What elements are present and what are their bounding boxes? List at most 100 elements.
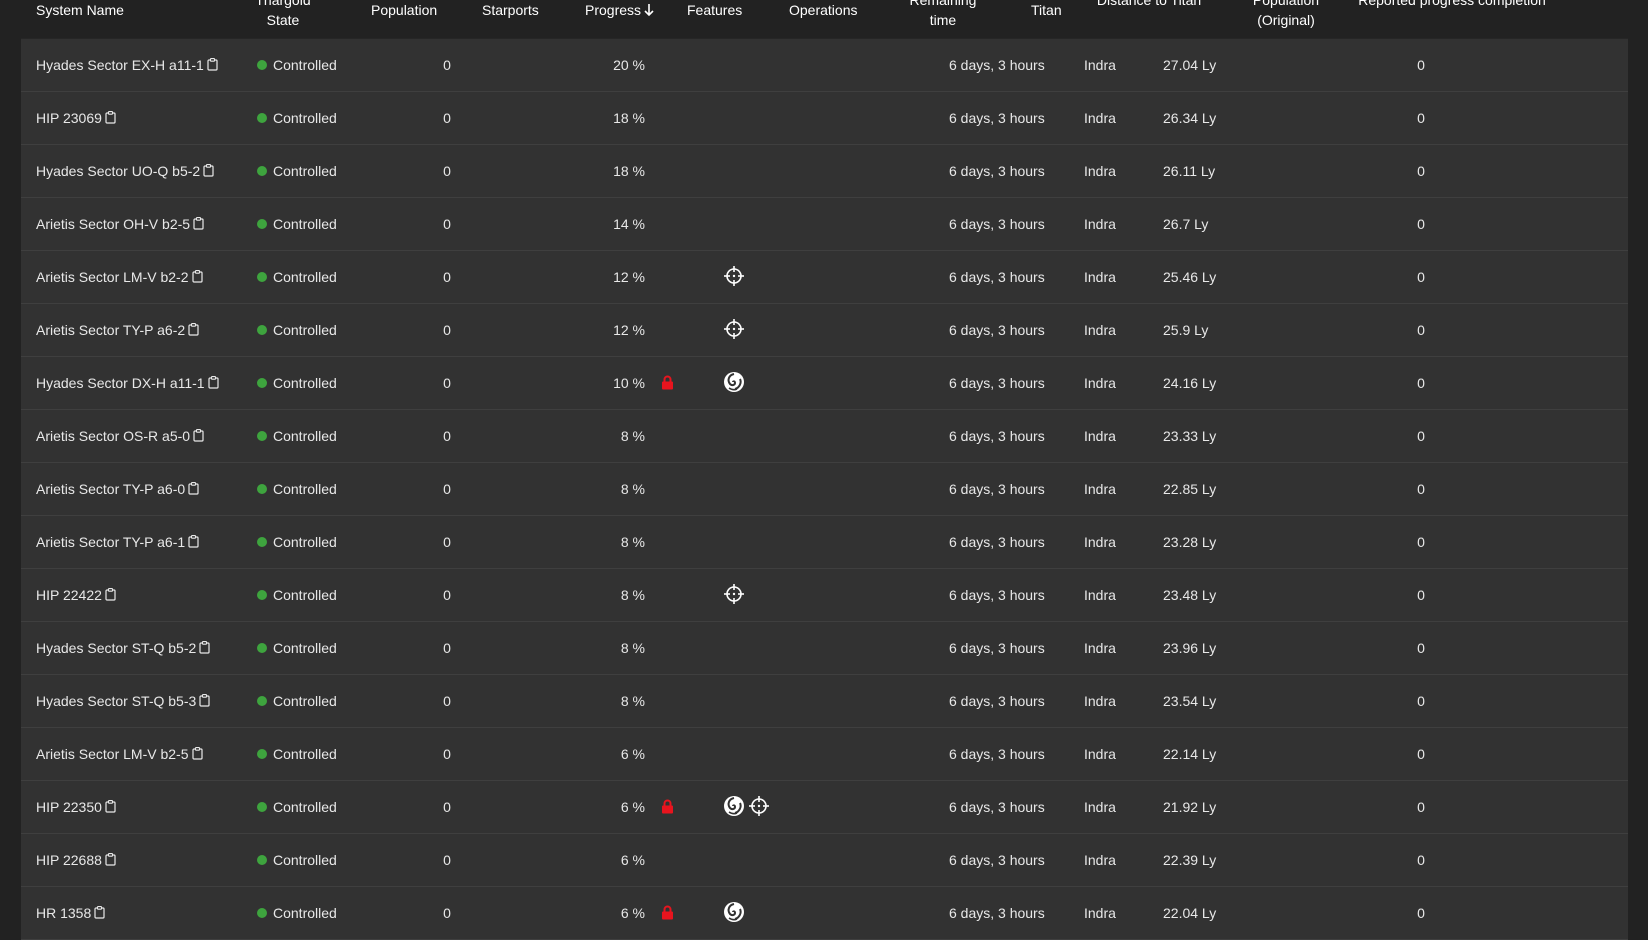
thargoid-state-cell: Controlled xyxy=(257,834,337,886)
col-header-titan[interactable]: Titan xyxy=(1031,0,1062,20)
clipboard-icon[interactable] xyxy=(203,146,214,198)
col-header-progress[interactable]: Progress xyxy=(585,0,654,22)
distance-cell: 24.16 Ly xyxy=(1163,375,1217,391)
crosshair-icon[interactable] xyxy=(723,583,745,605)
thargoid-state-cell: Controlled xyxy=(257,198,337,250)
swirl-icon[interactable] xyxy=(723,901,745,923)
status-dot-icon xyxy=(257,696,267,706)
crosshair-icon[interactable] xyxy=(723,318,745,340)
clipboard-icon[interactable] xyxy=(207,358,219,410)
clipboard-icon[interactable] xyxy=(191,252,203,304)
swirl-icon[interactable] xyxy=(723,795,745,817)
col-label: Population (Original) xyxy=(1252,0,1320,28)
table-row[interactable]: Hyades Sector UO-Q b5-2 Controlled 0 18 % 6 … xyxy=(21,145,1628,198)
table-row[interactable]: Arietis Sector TY-P a6-1 Controlled 0 8 % 6 … xyxy=(21,516,1628,569)
clipboard-icon[interactable] xyxy=(105,93,116,145)
clipboard-icon[interactable] xyxy=(207,40,218,92)
population-cell: 0 xyxy=(443,322,451,338)
table-row[interactable]: Hyades Sector DX-H a11-1 Controlled 0 10 % 6… xyxy=(21,357,1628,410)
table-row[interactable]: HIP 22422 Controlled 0 8 % 6 days, 3 hours In… xyxy=(21,569,1628,622)
system-name-link[interactable]: HIP 22688 xyxy=(36,852,102,868)
clipboard-icon[interactable] xyxy=(193,411,204,463)
progress-cell: 6 % xyxy=(620,852,645,868)
clipboard-icon[interactable] xyxy=(105,782,116,834)
system-name-link[interactable]: Hyades Sector ST-Q b5-2 xyxy=(36,640,196,656)
crosshair-icon[interactable] xyxy=(723,265,745,287)
clipboard-icon[interactable] xyxy=(105,835,116,887)
table-row[interactable]: Arietis Sector OS-R a5-0 Controlled 0 8 % 6 … xyxy=(21,410,1628,463)
progress-cell: 10 % xyxy=(613,375,645,391)
progress-cell: 8 % xyxy=(620,587,645,603)
system-name-link[interactable]: HIP 23069 xyxy=(36,110,102,126)
distance-cell: 23.96 Ly xyxy=(1163,640,1217,656)
table-row[interactable]: Hyades Sector ST-Q b5-3 Controlled 0 8 % 6 d… xyxy=(21,675,1628,728)
system-name-cell: Hyades Sector ST-Q b5-2 xyxy=(36,622,210,675)
thargoid-state-label: Controlled xyxy=(273,216,337,232)
titan-cell: Indra xyxy=(1084,269,1116,285)
table-row[interactable]: Hyades Sector EX-H a11-1 Controlled 0 20 % 6… xyxy=(21,38,1628,92)
features-cell xyxy=(723,583,748,605)
system-name-link[interactable]: Hyades Sector UO-Q b5-2 xyxy=(36,163,200,179)
col-header-population[interactable]: Population xyxy=(371,0,437,20)
system-name-link[interactable]: Arietis Sector TY-P a6-0 xyxy=(36,481,185,497)
clipboard-icon[interactable] xyxy=(199,623,210,675)
system-name-link[interactable]: Arietis Sector LM-V b2-5 xyxy=(36,746,189,762)
progress-cell: 6 % xyxy=(620,746,645,762)
table-row[interactable]: HIP 23069 Controlled 0 18 % 6 days, 3 hours I… xyxy=(21,92,1628,145)
col-header-thargoid-state[interactable]: Thargoid State xyxy=(243,0,323,30)
distance-cell: 23.48 Ly xyxy=(1163,587,1217,603)
features-cell xyxy=(723,265,748,287)
system-name-link[interactable]: HIP 22422 xyxy=(36,587,102,603)
clipboard-icon[interactable] xyxy=(188,464,199,516)
clipboard-icon[interactable] xyxy=(199,676,210,728)
system-name-link[interactable]: Arietis Sector TY-P a6-2 xyxy=(36,322,185,338)
population-cell: 0 xyxy=(443,57,451,73)
system-name-link[interactable]: Hyades Sector DX-H a11-1 xyxy=(36,375,205,391)
progress-cell: 8 % xyxy=(620,534,645,550)
col-header-remaining-time[interactable]: Remaining time xyxy=(899,0,987,30)
clipboard-icon[interactable] xyxy=(105,570,116,622)
system-name-cell: Arietis Sector TY-P a6-1 xyxy=(36,516,199,569)
remaining-time-cell: 6 days, 3 hours xyxy=(949,163,1045,179)
table-row[interactable]: HIP 22350 Controlled 0 6 % 6 days, 3 hours In… xyxy=(21,781,1628,834)
titan-cell: Indra xyxy=(1084,746,1116,762)
col-header-distance-to-titan[interactable]: Distance to Titan xyxy=(1091,0,1207,10)
system-name-link[interactable]: Arietis Sector LM-V b2-2 xyxy=(36,269,189,285)
clipboard-icon[interactable] xyxy=(188,517,199,569)
table-row[interactable]: Hyades Sector ST-Q b5-2 Controlled 0 8 % 6 d… xyxy=(21,622,1628,675)
clipboard-icon[interactable] xyxy=(191,729,203,781)
clipboard-icon[interactable] xyxy=(94,888,105,940)
table-row[interactable]: Arietis Sector LM-V b2-2 Controlled 0 12 % 6… xyxy=(21,251,1628,304)
thargoid-state-label: Controlled xyxy=(273,534,337,550)
system-name-link[interactable]: Arietis Sector TY-P a6-1 xyxy=(36,534,185,550)
system-name-link[interactable]: Hyades Sector ST-Q b5-3 xyxy=(36,693,196,709)
swirl-icon[interactable] xyxy=(723,371,745,393)
thargoid-state-label: Controlled xyxy=(273,322,337,338)
remaining-time-cell: 6 days, 3 hours xyxy=(949,587,1045,603)
table-row[interactable]: Arietis Sector OH-V b2-5 Controlled 0 14 % 6… xyxy=(21,198,1628,251)
clipboard-icon[interactable] xyxy=(193,199,204,251)
system-name-link[interactable]: Hyades Sector EX-H a11-1 xyxy=(36,57,204,73)
system-name-link[interactable]: HIP 22350 xyxy=(36,799,102,815)
thargoid-state-cell: Controlled xyxy=(257,569,337,621)
table-row[interactable]: Arietis Sector TY-P a6-2 Controlled 0 12 % 6… xyxy=(21,304,1628,357)
system-name-link[interactable]: Arietis Sector OS-R a5-0 xyxy=(36,428,190,444)
thargoid-state-cell: Controlled xyxy=(257,39,337,91)
table-row[interactable]: Arietis Sector TY-P a6-0 Controlled 0 8 % 6 … xyxy=(21,463,1628,516)
col-header-reported-progress[interactable]: Reported progress completion xyxy=(1357,0,1547,10)
progress-cell: 6 % xyxy=(620,799,645,815)
col-header-population-original[interactable]: Population (Original) xyxy=(1231,0,1341,30)
crosshair-icon[interactable] xyxy=(748,795,770,817)
table-row[interactable]: HIP 22688 Controlled 0 6 % 6 days, 3 hours In… xyxy=(21,834,1628,887)
system-name-link[interactable]: HR 1358 xyxy=(36,905,91,921)
clipboard-icon[interactable] xyxy=(188,305,199,357)
distance-cell: 22.04 Ly xyxy=(1163,905,1217,921)
features-cell xyxy=(723,371,748,393)
table-row[interactable]: Arietis Sector LM-V b2-5 Controlled 0 6 % 6 … xyxy=(21,728,1628,781)
col-header-system-name[interactable]: System Name xyxy=(36,0,124,20)
col-header-features[interactable]: Features xyxy=(687,0,742,20)
col-header-starports[interactable]: Starports xyxy=(482,0,539,20)
col-header-operations[interactable]: Operations xyxy=(789,0,857,20)
table-row[interactable]: HR 1358 Controlled 0 6 % 6 days, 3 hours Indr… xyxy=(21,887,1628,940)
system-name-link[interactable]: Arietis Sector OH-V b2-5 xyxy=(36,216,190,232)
